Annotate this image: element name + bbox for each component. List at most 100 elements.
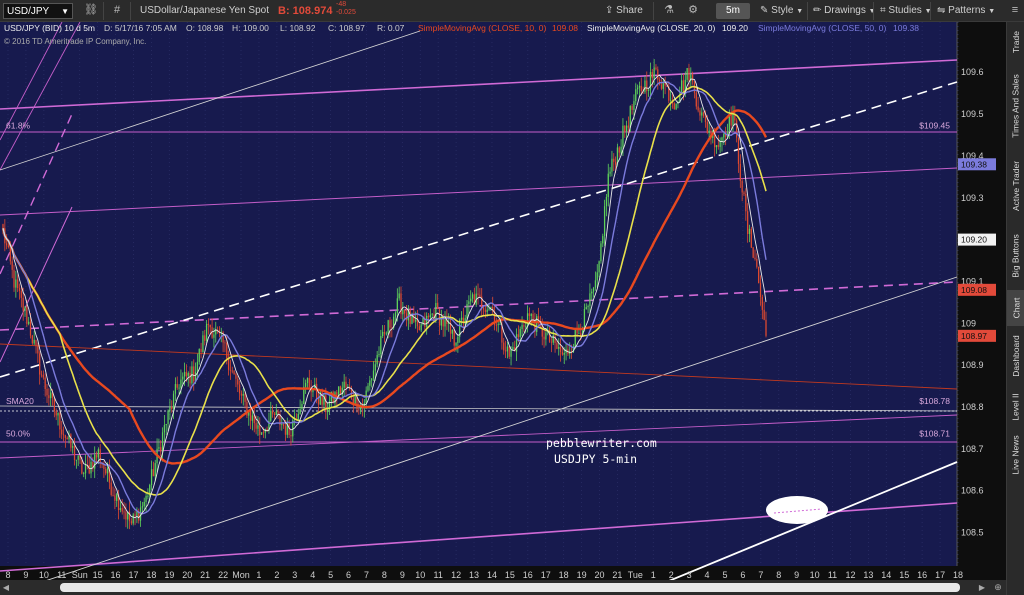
candle-body — [103, 464, 105, 470]
candle-body — [385, 333, 387, 335]
tab-dashboard[interactable]: Dashboard — [1007, 328, 1024, 384]
candle-body — [61, 429, 63, 435]
candle-body — [15, 279, 17, 288]
gear-icon[interactable]: ⚙ — [686, 3, 700, 19]
candle — [758, 266, 760, 284]
time-tick-label: Mon — [232, 570, 250, 580]
tab-level-ii[interactable]: Level II — [1007, 386, 1024, 428]
candle-body — [367, 385, 369, 391]
candle-body — [526, 313, 529, 327]
share-button[interactable]: ⇪ Share — [605, 3, 643, 19]
tab-chart[interactable]: Chart — [1007, 290, 1024, 326]
legend-sma10: SimpleMovingAvg (CLOSE, 10, 0) — [418, 23, 547, 33]
candle-body — [691, 74, 694, 82]
candle-body — [431, 313, 433, 315]
price-box-label: 109.20 — [961, 235, 987, 245]
candle-body — [383, 331, 386, 334]
tab-trade[interactable]: Trade — [1007, 22, 1024, 62]
candle-body — [90, 461, 92, 474]
candle-body — [723, 133, 725, 138]
time-tick-label: 14 — [881, 570, 891, 580]
time-tick-label: 2 — [669, 570, 674, 580]
scroll-right-icon[interactable]: ▶ — [976, 582, 988, 593]
time-tick-label: 13 — [863, 570, 873, 580]
candle-body — [627, 125, 630, 128]
candle-body — [759, 283, 762, 298]
instrument-name: USDollar/Japanese Yen Spot — [140, 5, 269, 16]
tab-big-buttons-label: Big Buttons — [1011, 234, 1022, 278]
candle-body — [189, 373, 191, 384]
tab-live-news[interactable]: Live News — [1007, 430, 1024, 480]
link-icon[interactable]: ⛓ — [84, 3, 98, 19]
candle-body — [147, 495, 149, 497]
candle-body — [598, 261, 600, 273]
candle-body — [451, 329, 454, 334]
candle-body — [11, 261, 13, 270]
candle-body — [559, 346, 562, 353]
candle-body — [704, 116, 707, 123]
candle-body — [737, 137, 740, 164]
time-tick-label: 8 — [776, 570, 781, 580]
candle-body — [240, 393, 243, 396]
candle-body — [224, 342, 226, 344]
studies-button[interactable]: ⌗ Studies ▼ — [880, 3, 932, 19]
candle-body — [66, 437, 68, 440]
zoom-icon[interactable]: ⊕ — [992, 582, 1004, 593]
candle-body — [183, 371, 186, 377]
tab-active-trader[interactable]: Active Trader — [1007, 150, 1024, 222]
tab-active-trader-label: Active Trader — [1011, 160, 1022, 212]
menu-icon[interactable]: ≡ — [1008, 3, 1022, 19]
candle-body — [235, 374, 237, 379]
timeframe-button[interactable]: 5m — [716, 3, 750, 19]
candle-body — [715, 145, 718, 148]
scroll-left-icon[interactable]: ◀ — [0, 582, 12, 593]
candle-body — [528, 313, 531, 317]
candle-body — [371, 378, 373, 381]
candle-body — [482, 307, 485, 310]
candle-body — [290, 435, 292, 437]
symbol-selector[interactable]: USD/JPY ▼ — [3, 3, 73, 19]
candle-body — [317, 397, 320, 405]
price-tick-label: 108.9 — [961, 360, 984, 370]
candle-body — [594, 280, 597, 288]
flask-icon[interactable]: ⚗ — [662, 3, 676, 19]
candle-body — [123, 511, 125, 513]
candle-body — [119, 508, 122, 511]
hash-icon[interactable]: # — [110, 3, 124, 19]
candle-body — [561, 352, 564, 355]
horizontal-scrollbar[interactable]: ◀ ▶ ⊕ — [0, 580, 1006, 595]
candle-body — [33, 339, 35, 344]
candle-body — [499, 324, 501, 325]
candle-body — [706, 122, 708, 133]
time-tick-label: 1 — [651, 570, 656, 580]
candle-body — [404, 309, 406, 314]
candle-body — [55, 411, 57, 416]
candle-body — [457, 336, 459, 343]
candle-body — [717, 145, 719, 147]
candle-body — [745, 194, 747, 212]
candle-body — [97, 449, 100, 458]
candle-body — [736, 120, 738, 138]
candle-body — [510, 350, 512, 357]
drawings-button[interactable]: ✏ Drawings ▼ — [813, 3, 876, 19]
candle-body — [198, 348, 200, 362]
scroll-thumb[interactable] — [60, 583, 960, 592]
time-tick-label: 21 — [612, 570, 622, 580]
candle-body — [495, 324, 498, 326]
candle-body — [420, 324, 422, 331]
candle-body — [130, 521, 133, 524]
candle-body — [257, 425, 259, 429]
price-chart[interactable]: USD/JPY (BID) 10 d 5m D: 5/17/16 7:05 AM… — [0, 22, 1006, 580]
tab-big-buttons[interactable]: Big Buttons — [1007, 224, 1024, 288]
candle-body — [657, 69, 659, 80]
candle-body — [44, 377, 46, 390]
candle-body — [105, 469, 107, 474]
patterns-button[interactable]: ⇋ Patterns ▼ — [937, 3, 995, 19]
candle-body — [382, 331, 384, 337]
tab-times-and-sales[interactable]: Times And Sales — [1007, 64, 1024, 148]
candle — [750, 226, 752, 248]
style-button[interactable]: ✎ Style ▼ — [760, 3, 803, 19]
symbol-text: USD/JPY — [7, 6, 50, 17]
candle-body — [163, 425, 166, 433]
level-price-label: $108.71 — [919, 429, 950, 439]
